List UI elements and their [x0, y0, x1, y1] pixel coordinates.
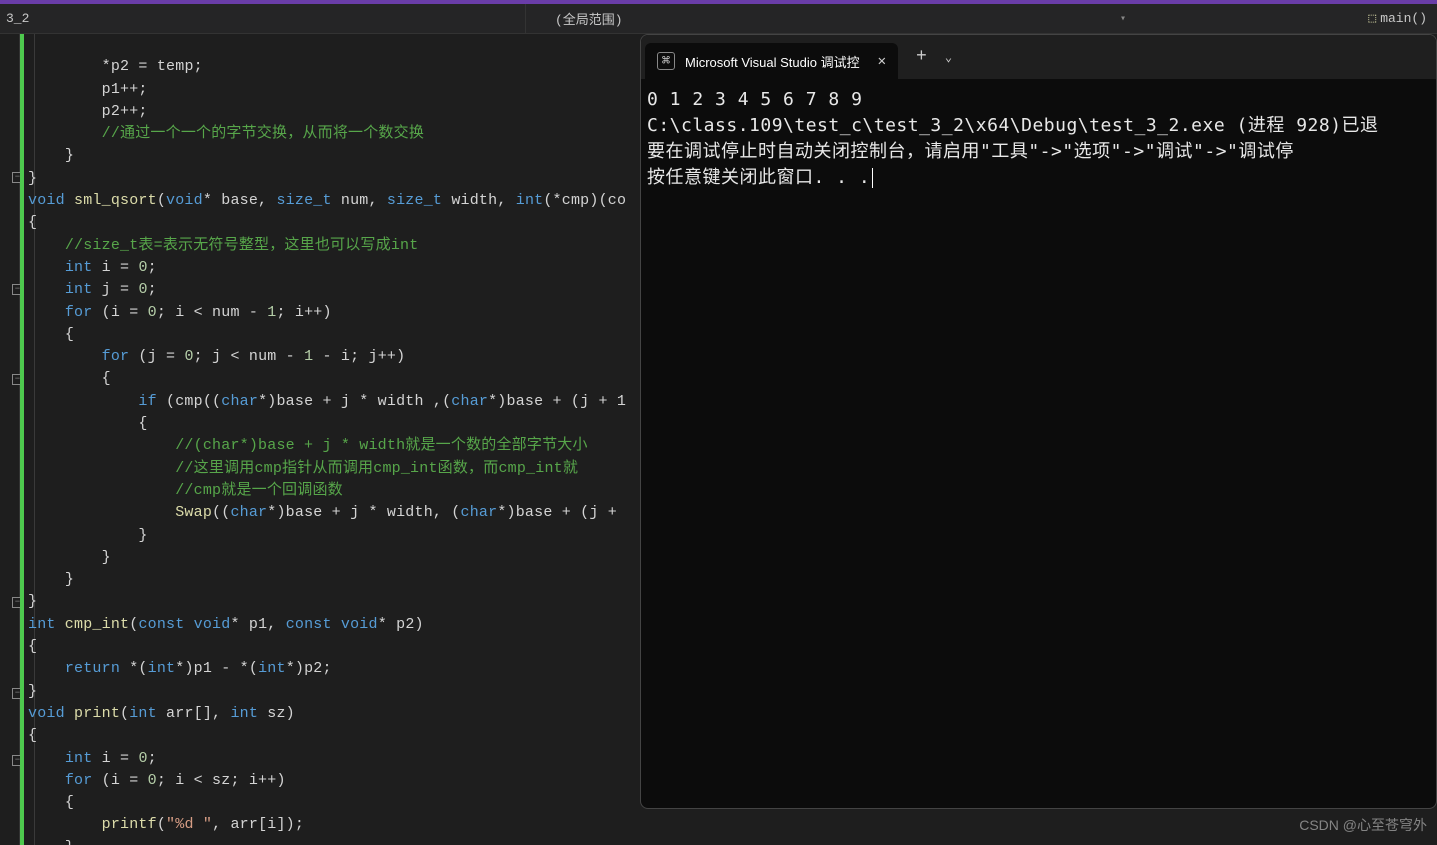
terminal-line: 要在调试停止时自动关闭控制台，请启用"工具"->"选项"->"调试"->"调试停: [647, 141, 1294, 162]
scope-function-label[interactable]: main(): [1380, 11, 1427, 26]
code-editor[interactable]: − − − − − − *p2 = temp; p1++; p2++; //通过…: [0, 34, 640, 845]
terminal-cursor: [872, 168, 873, 188]
cube-icon: ⬚: [1368, 11, 1376, 26]
terminal-line: 0 1 2 3 4 5 6 7 8 9: [647, 89, 862, 110]
file-tab-label[interactable]: 3_2: [0, 11, 35, 26]
close-icon[interactable]: ✕: [878, 53, 886, 70]
toolbar-divider: [525, 4, 526, 33]
tab-menu-chevron-icon[interactable]: ⌄: [945, 50, 952, 65]
terminal-output[interactable]: 0 1 2 3 4 5 6 7 8 9 C:\class.109\test_c\…: [641, 79, 1436, 808]
terminal-line: C:\class.109\test_c\test_3_2\x64\Debug\t…: [647, 115, 1379, 136]
editor-gutter: − − − − − −: [0, 34, 20, 845]
debug-console-window: ⌘ Microsoft Visual Studio 调试控 ✕ + ⌄ 0 1 …: [640, 34, 1437, 809]
terminal-tab[interactable]: ⌘ Microsoft Visual Studio 调试控 ✕: [645, 43, 898, 79]
new-tab-button[interactable]: +: [916, 47, 927, 67]
dropdown-chevron-icon[interactable]: ▾: [1120, 13, 1126, 25]
terminal-titlebar[interactable]: ⌘ Microsoft Visual Studio 调试控 ✕ + ⌄: [641, 35, 1436, 79]
change-indicator-bar: [20, 34, 24, 845]
watermark-text: CSDN @心至苍穹外: [1299, 815, 1427, 835]
editor-toolbar: 3_2 (全局范围) ▾ ⬚ main(): [0, 4, 1437, 34]
terminal-title: Microsoft Visual Studio 调试控: [685, 52, 860, 71]
terminal-line: 按任意键关闭此窗口. . .: [647, 167, 870, 188]
terminal-app-icon: ⌘: [657, 52, 675, 70]
code-content: *p2 = temp; p1++; p2++; //通过一个一个的字节交换，从而…: [28, 34, 626, 845]
scope-dropdown[interactable]: (全局范围): [555, 9, 623, 28]
